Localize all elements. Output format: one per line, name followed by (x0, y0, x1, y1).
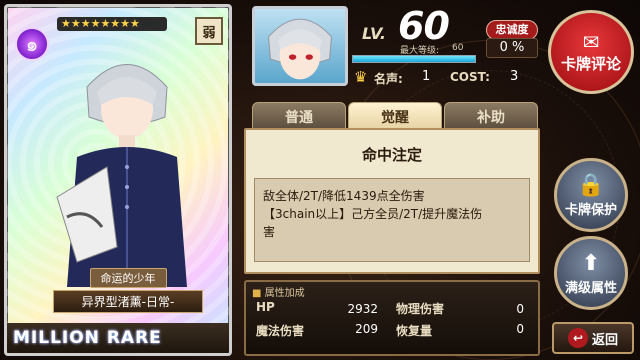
magic-damage-value: 209 (355, 322, 378, 336)
attribute-bonus-panel: ■ 属性加成 HP 2932 魔法伤害 209 物理伤害 0 恢复量 0 (244, 280, 540, 356)
card-subtitle: 命运的少年 (89, 268, 167, 288)
level-value: 60 (398, 4, 450, 48)
hp-value: 2932 (347, 302, 378, 316)
physical-damage-value: 0 (516, 302, 524, 316)
skill-description: 敌全体/2T/降低1439点全伤害 【3chain以上】己方全员/2T/提升魔法… (254, 178, 530, 262)
skill-panel: 命中注定 敌全体/2T/降低1439点全伤害 【3chain以上】己方全员/2T… (244, 128, 540, 274)
magic-damage-label: 魔法伤害 (256, 324, 305, 338)
fame-label: 名声: (374, 72, 403, 86)
back-button[interactable]: ↩ 返回 (552, 322, 634, 354)
cost-label: COST: (450, 70, 490, 84)
tab-normal[interactable]: 普通 (252, 102, 346, 130)
max-attributes-label: 满级属性 (564, 280, 617, 296)
magic-attribute-icon: ๑ (15, 27, 49, 61)
upload-arrow-icon: ⬆ (581, 250, 601, 276)
cost-value: 3 (510, 69, 519, 84)
attribute-bonus-title-text: 属性加成 (264, 288, 305, 299)
skill-tabs: 普通 觉醒 补助 (252, 102, 538, 130)
lock-icon: 🔒 (577, 172, 605, 198)
attribute-badge: 弱 (195, 17, 223, 45)
skill-desc-line: 害 (263, 225, 276, 239)
card-review-label: 卡牌评论 (560, 54, 621, 73)
attribute-bonus-title: ■ 属性加成 (252, 284, 305, 299)
card-name-plate: 命运的少年 异界型渚薰-日常- (53, 267, 203, 313)
card-protect-button[interactable]: 🔒 卡牌保护 (554, 158, 628, 232)
comment-icon: ✉ (582, 29, 600, 54)
loyalty-label: 忠诚度 (486, 20, 538, 40)
title-bullet-icon: ■ (252, 288, 262, 299)
card-review-button[interactable]: ✉ 卡牌评论 (548, 10, 634, 94)
skill-name: 命中注定 (361, 146, 422, 164)
physical-damage-label: 物理伤害 (396, 302, 445, 316)
back-arrow-icon: ↩ (567, 328, 588, 348)
character-card[interactable]: ๑ ★★★★★★★★ 弱 命运的少年 异界型渚薰-日常- MILLION RAR… (4, 4, 232, 356)
tab-support[interactable]: 补助 (444, 102, 538, 130)
rarity-stars: ★★★★★★★★ (57, 17, 167, 31)
level-label: LV. (362, 24, 386, 43)
skill-desc-line: 【3chain以上】己方全员/2T/提升魔法伤 (263, 207, 483, 221)
hp-label: HP (256, 300, 275, 314)
recovery-label: 恢复量 (396, 324, 433, 338)
card-name: 异界型渚薰-日常- (53, 290, 203, 313)
fame-value: 1 (422, 69, 431, 84)
back-label: 返回 (591, 332, 618, 348)
card-protect-label: 卡牌保护 (564, 202, 617, 218)
exp-bar-fill (353, 56, 475, 62)
max-level-value: 60 (452, 43, 464, 53)
crown-icon: ♛ (354, 68, 368, 86)
rarity-label: MILLION RARE (7, 323, 229, 353)
recovery-value: 0 (516, 322, 524, 336)
loyalty-value: 0 % (486, 38, 538, 58)
character-portrait (252, 6, 348, 86)
exp-bar (352, 55, 476, 63)
tab-awaken[interactable]: 觉醒 (348, 102, 442, 130)
character-illustration (56, 64, 187, 287)
skill-desc-line: 敌全体/2T/降低1439点全伤害 (263, 189, 425, 203)
max-attributes-button[interactable]: ⬆ 满级属性 (554, 236, 628, 310)
